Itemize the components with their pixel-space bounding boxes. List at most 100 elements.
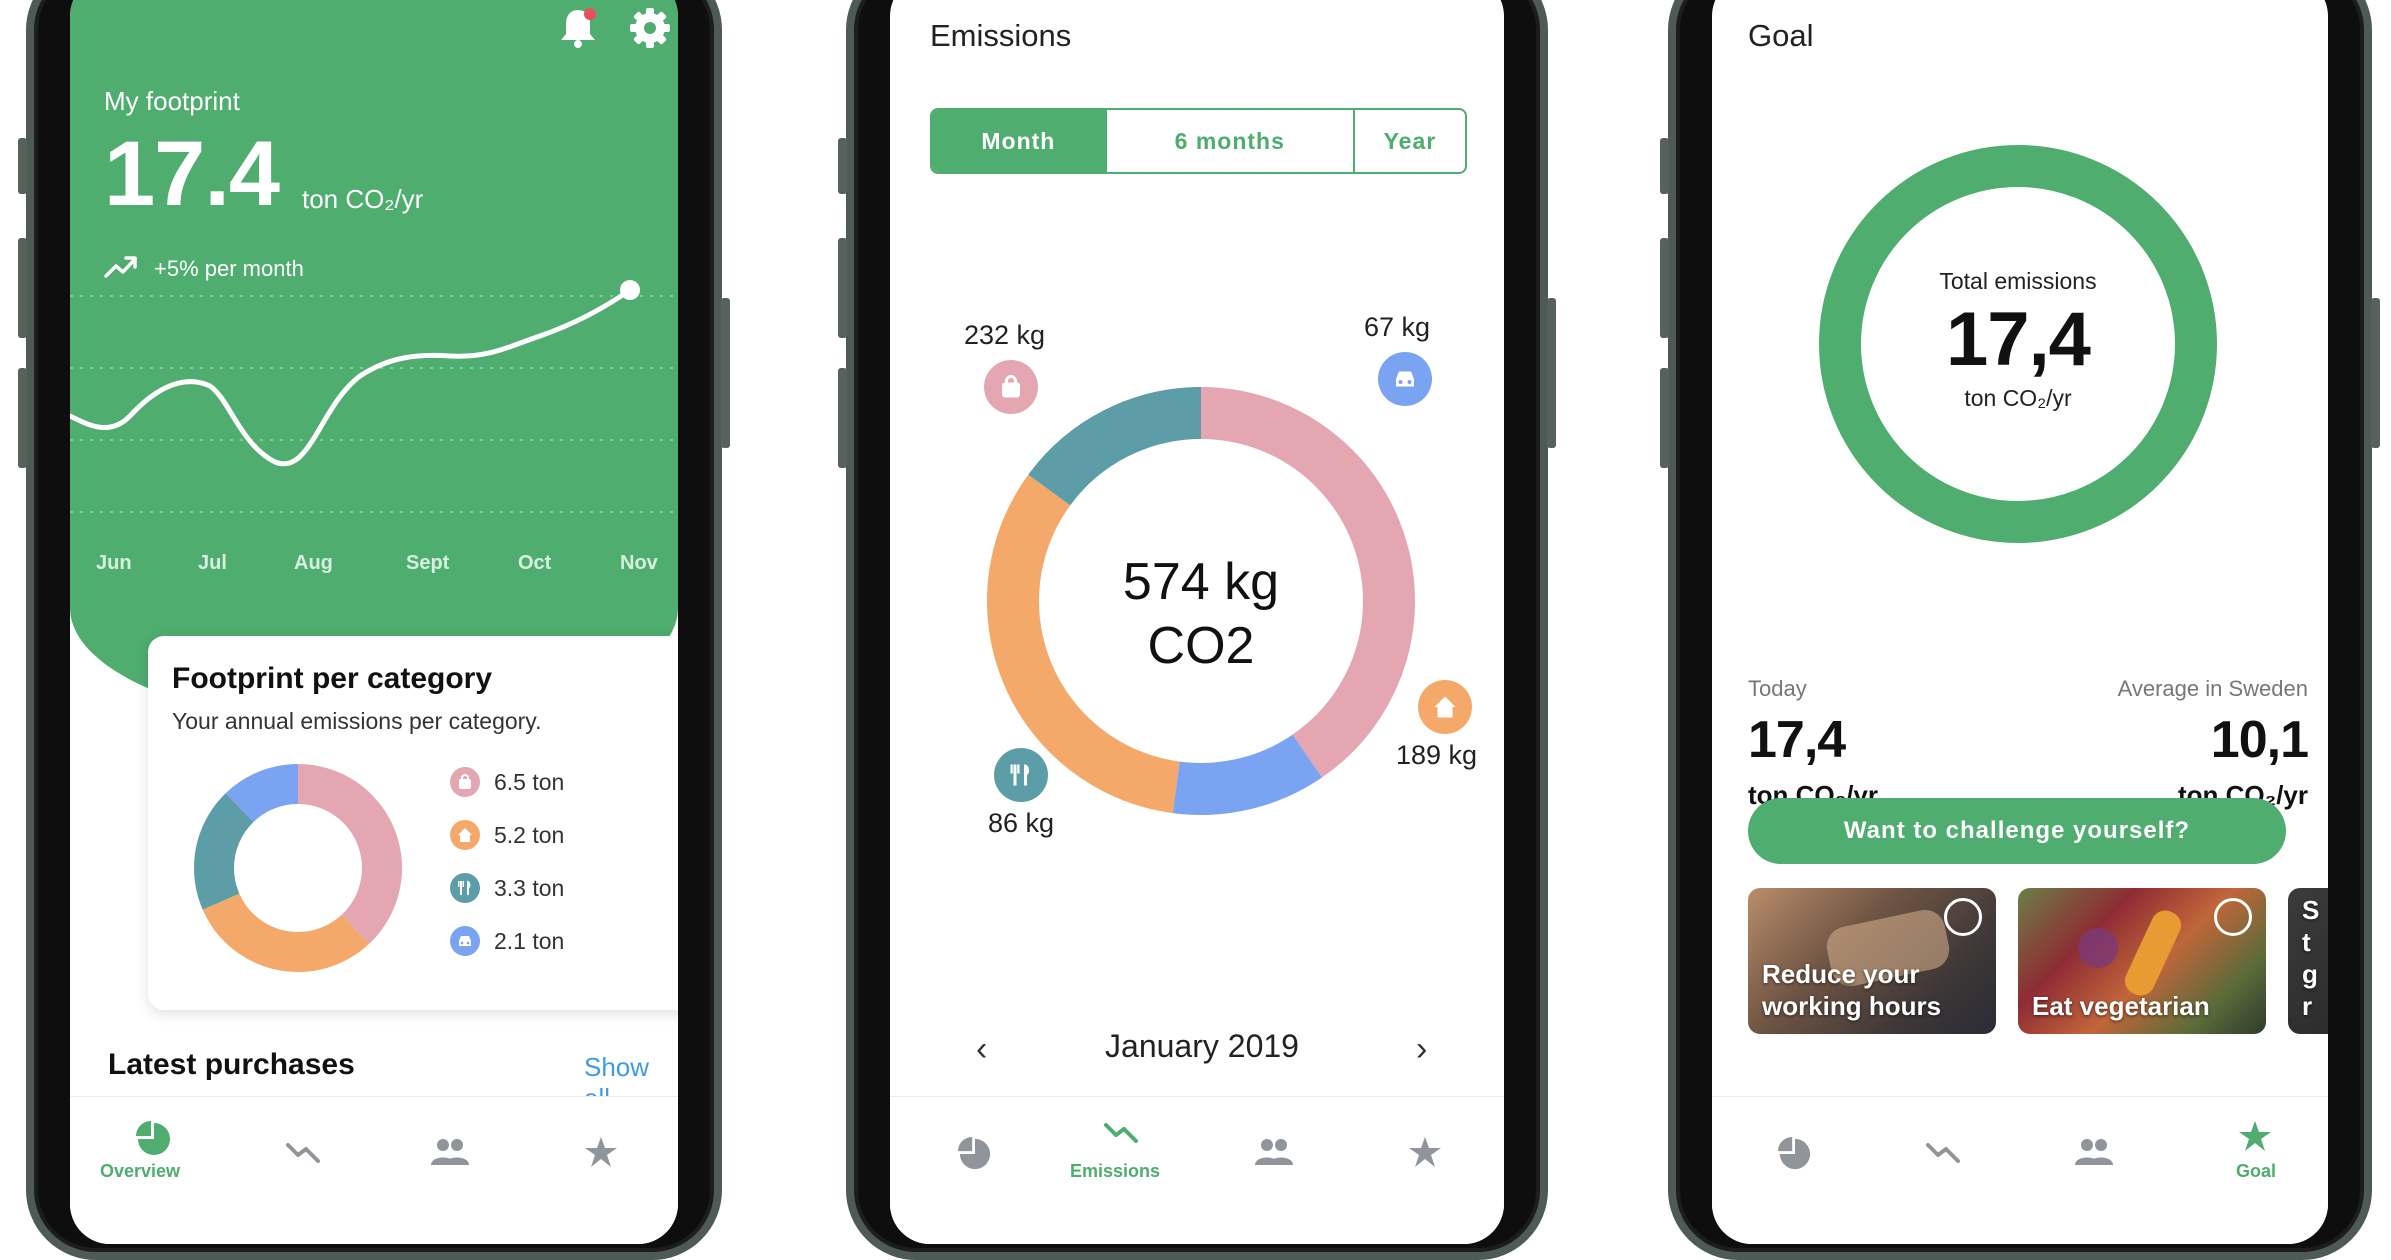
car-amount: 67 kg xyxy=(1364,312,1431,342)
ring-unit: ton CO₂/yr xyxy=(1964,385,2072,411)
volume-down-button xyxy=(838,368,847,468)
month-label: Aug xyxy=(294,552,333,574)
average-value: 10,1 xyxy=(2210,711,2309,769)
tab-goal-label: Goal xyxy=(2236,1161,2277,1181)
tab-overview-label: Overview xyxy=(100,1161,181,1181)
volume-up-button xyxy=(1660,238,1669,338)
month-label: Jun xyxy=(96,552,132,574)
tab-emissions[interactable] xyxy=(286,1141,322,1165)
screen-overview: My footprint 17.4 ton CO₂/yr +5% per mon… xyxy=(70,0,678,1244)
card-subtitle: Your annual emissions per category. xyxy=(172,708,542,734)
shopping-bag-icon xyxy=(984,360,1038,414)
power-button xyxy=(2371,298,2380,448)
tab-community[interactable] xyxy=(2074,1137,2114,1167)
shopping-amount: 232 kg xyxy=(964,320,1046,350)
tab-goal[interactable] xyxy=(1408,1135,1442,1169)
card-photo xyxy=(2078,928,2118,968)
page-title: Goal xyxy=(1748,18,1814,53)
power-button xyxy=(1547,298,1556,448)
footprint-line xyxy=(70,287,633,467)
today-value: 17,4 xyxy=(1748,711,1846,769)
footprint-value: 17.4 xyxy=(104,123,280,225)
ring-value: 17,4 xyxy=(1946,297,2091,382)
volume-up-button xyxy=(18,238,27,338)
footprint-label: My footprint xyxy=(104,86,240,116)
segmented-control: Month 6 months Year xyxy=(930,108,1467,174)
home-icon xyxy=(450,820,480,850)
card-title: St gr xyxy=(2302,895,2320,1021)
center-total: 574 kg xyxy=(1122,553,1280,611)
challenge-card-working-hours[interactable]: Reduce your working hours xyxy=(1748,888,1996,1034)
volume-down-button xyxy=(1660,368,1669,468)
segment-6-months[interactable]: 6 months xyxy=(1107,110,1355,172)
previous-month-button[interactable]: ‹ xyxy=(976,1030,987,1069)
car-icon xyxy=(450,926,480,956)
tab-emissions[interactable] xyxy=(1926,1141,1962,1165)
tab-goal[interactable] xyxy=(584,1135,618,1169)
tab-overview[interactable] xyxy=(1778,1137,1812,1171)
mute-switch xyxy=(18,138,27,194)
average-label: Average in Sweden xyxy=(2117,676,2308,701)
period-selector: Month 6 months Year xyxy=(930,58,1467,178)
shopping-bag-icon xyxy=(450,767,480,797)
segment-month[interactable]: Month xyxy=(932,110,1107,172)
card-title: Eat vegetarian xyxy=(2032,991,2210,1021)
tab-bar: Emissions xyxy=(890,1096,1504,1244)
challenge-button[interactable]: Want to challenge yourself? xyxy=(1748,798,2286,864)
phone-overview: My footprint 17.4 ton CO₂/yr +5% per mon… xyxy=(18,0,730,1260)
bell-icon[interactable] xyxy=(556,6,600,48)
legend-item-home: 5.2 ton xyxy=(450,819,564,851)
volume-down-button xyxy=(18,368,27,468)
legend-value: 5.2 ton xyxy=(494,821,565,848)
home-amount: 189 kg xyxy=(1396,740,1478,770)
footprint-line-chart xyxy=(70,280,678,513)
period-label: January 2019 xyxy=(1105,1028,1299,1064)
tab-community[interactable] xyxy=(430,1137,470,1167)
tab-emissions-label: Emissions xyxy=(1070,1161,1161,1181)
card-photo xyxy=(2120,905,2186,1001)
legend-value: 2.1 ton xyxy=(494,927,565,954)
phone-emissions: Emissions Month 6 months Year 574 kg CO2… xyxy=(838,0,1556,1260)
tab-community[interactable] xyxy=(1254,1137,1294,1167)
power-button xyxy=(721,298,730,448)
today-label: Today xyxy=(1748,676,1807,701)
latest-purchases-title: Latest purchases xyxy=(108,1048,355,1081)
screen-goal: Goal Total emissions 17,4 ton CO₂/yr Tod… xyxy=(1712,0,2328,1244)
goal-ring-center: Total emissions 17,4 ton CO₂/yr xyxy=(1818,268,2218,412)
phone-goal: Goal Total emissions 17,4 ton CO₂/yr Tod… xyxy=(1660,0,2380,1260)
legend-item-shopping: 6.5 ton xyxy=(450,766,564,798)
next-month-button[interactable]: › xyxy=(1416,1030,1427,1069)
tab-overview[interactable] xyxy=(958,1137,992,1171)
month-label: Jul xyxy=(198,552,227,574)
center-unit: CO2 xyxy=(1147,617,1255,675)
food-icon xyxy=(994,748,1048,802)
tab-overview[interactable] xyxy=(136,1121,172,1157)
challenge-card-partial[interactable]: St gr xyxy=(2288,888,2328,1034)
tab-bar: Overview xyxy=(70,1096,678,1244)
legend-value: 6.5 ton xyxy=(494,768,565,795)
tab-bar: Goal xyxy=(1712,1096,2328,1244)
mute-switch xyxy=(838,138,847,194)
month-label: Sept xyxy=(406,552,450,574)
tab-emissions[interactable] xyxy=(1104,1121,1140,1145)
select-circle-icon[interactable] xyxy=(2214,898,2252,936)
food-icon xyxy=(450,873,480,903)
segment-year[interactable]: Year xyxy=(1355,110,1465,172)
screen-emissions: Emissions Month 6 months Year 574 kg CO2… xyxy=(890,0,1504,1244)
legend-value: 3.3 ton xyxy=(494,874,565,901)
line-endpoint xyxy=(620,280,640,300)
footprint-category-card[interactable]: Footprint per category Your annual emiss… xyxy=(148,636,678,1010)
donut-center-value: 574 kg CO2 xyxy=(986,550,1416,678)
legend-item-food: 3.3 ton xyxy=(450,872,564,904)
page-title: Emissions xyxy=(930,18,1072,53)
volume-up-button xyxy=(838,238,847,338)
select-circle-icon[interactable] xyxy=(1944,898,1982,936)
challenge-card-vegetarian[interactable]: Eat vegetarian xyxy=(2018,888,2266,1034)
card-title: Reduce your working hours xyxy=(1762,959,1942,1021)
card-title: Footprint per category xyxy=(172,662,493,695)
gear-icon[interactable] xyxy=(628,6,672,50)
footprint-unit: ton CO₂/yr xyxy=(302,184,424,214)
category-donut-chart xyxy=(194,764,402,972)
tab-goal[interactable] xyxy=(2238,1119,2272,1153)
legend-item-car: 2.1 ton xyxy=(450,925,564,957)
